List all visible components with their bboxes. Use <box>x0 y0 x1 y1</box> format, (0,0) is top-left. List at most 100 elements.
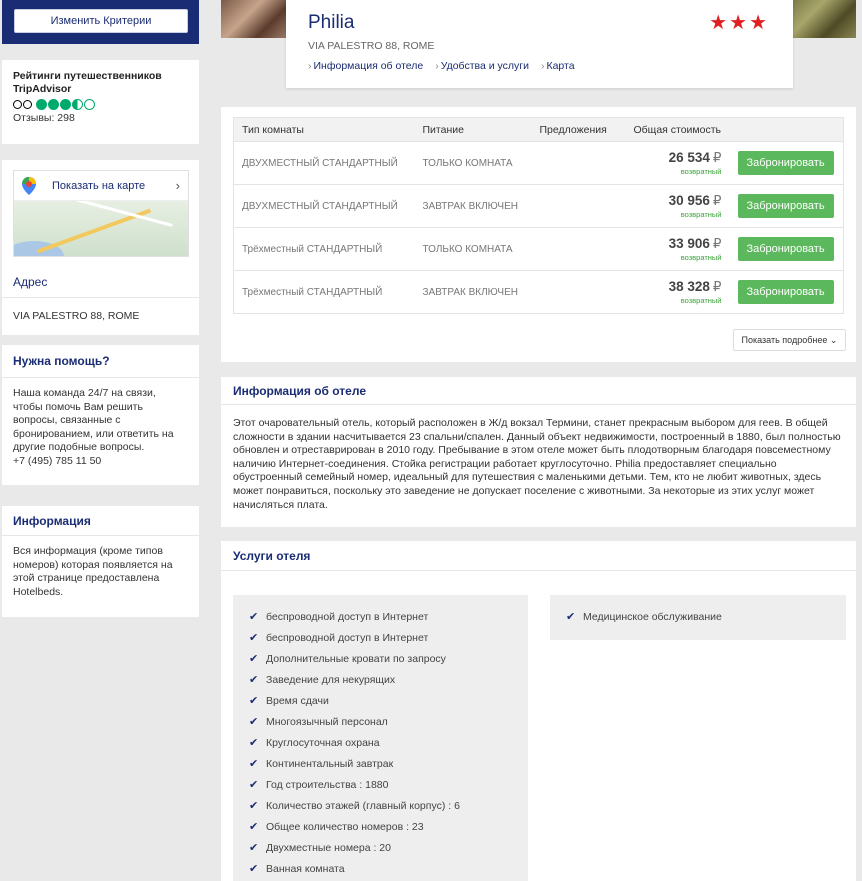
check-icon: ✔ <box>249 653 259 665</box>
hotel-header: Philia ★★★ VIA PALESTRO 88, ROME › Информ… <box>286 0 793 88</box>
map-preview[interactable]: Показать на карте › <box>13 170 189 257</box>
show-on-map-bar[interactable]: Показать на карте › <box>14 171 188 201</box>
check-icon: ✔ <box>249 737 259 749</box>
tripadvisor-rating-bubbles <box>36 99 95 110</box>
rating-bubble <box>60 99 71 110</box>
help-phone[interactable]: +7 (495) 785 11 50 <box>13 455 188 469</box>
help-title: Нужна помощь? <box>2 345 199 378</box>
room-type: Трёхместный СТАНДАРТНЫЙ <box>233 227 415 271</box>
header-action <box>729 117 844 142</box>
table-header-row: Тип комнаты Питание Предложения Общая ст… <box>233 117 844 142</box>
check-icon: ✔ <box>249 611 259 623</box>
room-price: 38 328 ₽ возвратный <box>625 270 730 314</box>
room-board: ЗАВТРАК ВКЛЮЧЕН <box>414 184 532 228</box>
rooms-table: Тип комнаты Питание Предложения Общая ст… <box>233 117 844 314</box>
show-more-button[interactable]: Показать подробнее ⌄ <box>733 329 846 351</box>
check-icon: ✔ <box>249 863 259 875</box>
room-price: 30 956 ₽ возвратный <box>625 184 730 228</box>
room-price: 33 906 ₽ возвратный <box>625 227 730 271</box>
table-row: Трёхместный СТАНДАРТНЫЙ ТОЛЬКО КОМНАТА 3… <box>233 227 844 271</box>
chevron-down-icon: ⌄ <box>829 335 838 345</box>
services-list-secondary: ✔ Медицинское обслуживание <box>550 595 846 640</box>
hotel-photo[interactable] <box>221 0 287 38</box>
table-row: ДВУХМЕСТНЫЙ СТАНДАРТНЫЙ ЗАВТРАК ВКЛЮЧЕН … <box>233 184 844 228</box>
list-item: ✔ Общее количество номеров : 23 <box>249 820 424 834</box>
header-board: Питание <box>414 117 532 142</box>
chevron-right-icon: › <box>175 178 180 193</box>
hotel-stars-icon: ★★★ <box>709 12 769 34</box>
chevron-right-icon: › <box>540 60 545 72</box>
list-item: ✔ Круглосуточная охрана <box>249 736 380 750</box>
book-button[interactable]: Забронировать <box>737 151 834 175</box>
list-item: ✔ Континентальный завтрак <box>249 757 394 771</box>
info-card: Информация Вся информация (кроме типов н… <box>2 506 199 617</box>
tripadvisor-title: Рейтинги путешественников TripAdvisor <box>13 70 162 95</box>
list-item: ✔ Медицинское обслуживание <box>566 610 722 624</box>
list-item: ✔ Год строительства : 1880 <box>249 778 389 792</box>
book-button[interactable]: Забронировать <box>737 194 834 218</box>
link-amenities[interactable]: › Удобства и услуги <box>435 60 529 72</box>
services-list: ✔ беспроводной доступ в Интернет ✔ беспров… <box>233 595 528 881</box>
room-board: ТОЛЬКО КОМНАТА <box>414 227 532 271</box>
chevron-right-icon: › <box>435 60 439 72</box>
tripadvisor-reviews[interactable]: Отзывы: 298 <box>13 112 188 124</box>
list-item: ✔ Ванная комната <box>249 862 345 876</box>
list-item: ✔ Количество этажей (главный корпус) : 6 <box>249 799 460 813</box>
room-board: ТОЛЬКО КОМНАТА <box>414 141 532 185</box>
refundable-label: возвратный <box>680 167 722 176</box>
table-row: ДВУХМЕСТНЫЙ СТАНДАРТНЫЙ ТОЛЬКО КОМНАТА 2… <box>233 141 844 185</box>
google-maps-icon <box>22 177 36 195</box>
book-button[interactable]: Забронировать <box>737 237 834 261</box>
room-offer <box>531 270 626 314</box>
room-price: 26 534 ₽ возвратный <box>625 141 730 185</box>
check-icon: ✔ <box>249 758 259 770</box>
price-amount: 38 328 <box>668 279 710 294</box>
show-more-label: Показать подробнее <box>741 335 828 345</box>
header-total: Общая стоимость <box>625 117 730 142</box>
help-card: Нужна помощь? Наша команда 24/7 на связи… <box>2 345 199 485</box>
price-amount: 26 534 <box>668 150 710 165</box>
info-title: Информация <box>2 506 199 536</box>
list-item: ✔ беспроводной доступ в Интернет <box>249 631 429 645</box>
rating-bubble <box>84 99 95 110</box>
list-item: ✔ Двухместные номера : 20 <box>249 841 391 855</box>
services-title: Услуги отеля <box>221 541 856 571</box>
info-text: Вся информация (кроме типов номеров) кот… <box>13 545 173 598</box>
rooms-card: Тип комнаты Питание Предложения Общая ст… <box>221 107 856 362</box>
hotel-name: Philia <box>308 12 355 33</box>
help-text: Наша команда 24/7 на связи, чтобы помочь… <box>13 387 174 454</box>
check-icon: ✔ <box>566 611 576 623</box>
hotel-info-text: Этот очаровательный отель, который распо… <box>233 417 841 511</box>
book-button[interactable]: Забронировать <box>737 280 834 304</box>
chevron-right-icon: › <box>308 60 312 72</box>
currency-icon: ₽ <box>712 150 722 165</box>
link-hotel-info[interactable]: › Информация об отеле <box>308 60 423 72</box>
room-board: ЗАВТРАК ВКЛЮЧЕН <box>414 270 532 314</box>
address-title: Адрес <box>13 275 48 289</box>
refundable-label: возвратный <box>680 253 722 262</box>
check-icon: ✔ <box>249 800 259 812</box>
check-icon: ✔ <box>249 842 259 854</box>
check-icon: ✔ <box>249 716 259 728</box>
room-offer <box>531 184 626 228</box>
refundable-label: возвратный <box>680 210 722 219</box>
room-type: ДВУХМЕСТНЫЙ СТАНДАРТНЫЙ <box>233 141 415 185</box>
criteria-panel: Изменить Критерии <box>2 0 199 44</box>
currency-icon: ₽ <box>712 279 722 294</box>
map-card: Показать на карте › Адрес <box>2 160 199 297</box>
list-item: ✔ беспроводной доступ в Интернет <box>249 610 429 624</box>
tripadvisor-owl-icon <box>13 99 33 110</box>
check-icon: ✔ <box>249 674 259 686</box>
address-text: VIA PALESTRO 88, ROME <box>2 297 199 335</box>
room-offer <box>531 227 626 271</box>
refundable-label: возвратный <box>680 296 722 305</box>
rating-bubble <box>72 99 83 110</box>
change-criteria-button[interactable]: Изменить Критерии <box>14 9 188 33</box>
link-map[interactable]: › Карта <box>541 60 575 72</box>
services-card: Услуги отеля ✔ беспроводной доступ в Инте… <box>221 541 856 881</box>
price-amount: 33 906 <box>668 236 710 251</box>
currency-icon: ₽ <box>712 193 722 208</box>
list-item: ✔ Время сдачи <box>249 694 329 708</box>
header-offers: Предложения <box>531 117 626 142</box>
list-item: ✔ Дополнительные кровати по запросу <box>249 652 446 666</box>
